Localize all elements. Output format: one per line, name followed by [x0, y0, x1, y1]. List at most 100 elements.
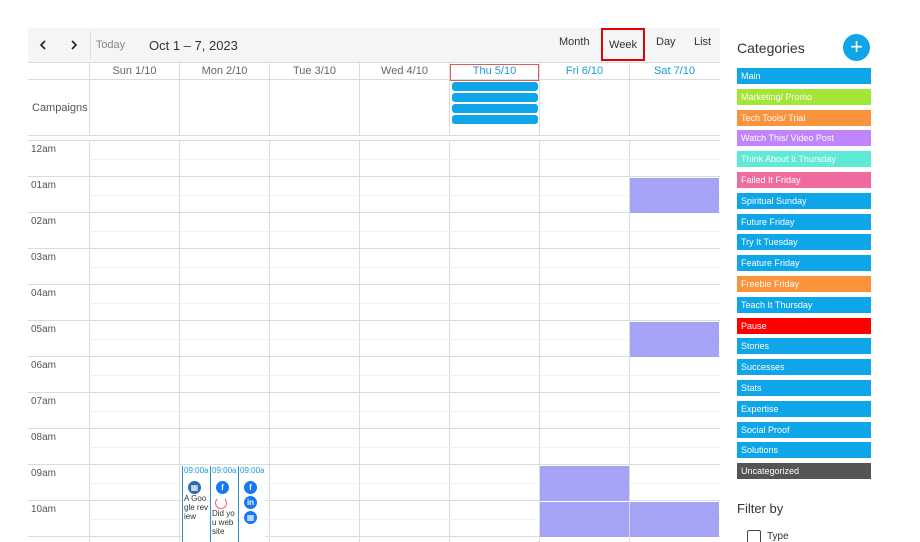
hour-row[interactable]: 06am [28, 357, 720, 393]
scheduled-post-card[interactable]: 09:00a f in ▦ [238, 466, 265, 542]
column-divider [269, 141, 270, 542]
today-button[interactable]: Today [90, 30, 130, 60]
hour-label: 03am [31, 252, 57, 263]
half-hour-line [89, 447, 720, 448]
linkedin-icon: in [244, 496, 257, 509]
category-item[interactable]: Feature Friday [737, 255, 871, 272]
half-hour-line [89, 339, 720, 340]
hour-row[interactable]: 03am [28, 249, 720, 285]
hour-label: 02am [31, 216, 57, 227]
category-item[interactable]: Solutions [737, 442, 871, 459]
category-item[interactable]: Failed It Friday [737, 172, 871, 188]
calendar-event[interactable] [630, 322, 719, 357]
half-hour-line [89, 195, 720, 196]
hour-row[interactable]: 04am [28, 285, 720, 321]
post-time: 09:00a [240, 466, 265, 475]
hour-row[interactable]: 05am [28, 321, 720, 357]
type-filter-checkbox[interactable] [747, 530, 761, 542]
campaign-bar[interactable] [452, 104, 538, 113]
scheduled-post-card[interactable]: 09:00a ▦ A Google review [182, 466, 209, 542]
loading-spinner-icon [215, 497, 227, 509]
day-header-sat[interactable]: Sat 7/10 [629, 63, 719, 80]
category-item[interactable]: Pause [737, 317, 871, 334]
facebook-icon: f [244, 481, 257, 494]
half-hour-line [89, 375, 720, 376]
hour-label: 06am [31, 360, 57, 371]
category-item[interactable]: Uncategorized [737, 463, 871, 480]
view-day-button[interactable]: Day [656, 36, 676, 48]
column-divider [179, 141, 180, 542]
prev-week-button[interactable] [32, 34, 54, 56]
category-item[interactable]: Social Proof [737, 421, 871, 438]
day-header-fri[interactable]: Fri 6/10 [539, 63, 629, 80]
category-item[interactable]: Successes [737, 359, 871, 376]
hour-row[interactable]: 07am [28, 393, 720, 429]
category-item[interactable]: Try It Tuesday [737, 234, 871, 251]
hour-row[interactable]: 08am [28, 429, 720, 465]
category-item[interactable]: Stats [737, 380, 871, 396]
date-range-title: Oct 1 – 7, 2023 [149, 38, 238, 53]
category-item[interactable]: Watch This/ Video Post [737, 130, 871, 147]
add-category-button[interactable]: + [843, 34, 870, 61]
chevron-left-icon [39, 40, 46, 50]
column-divider [539, 80, 540, 136]
categories-sidebar: Categories + Main Marketing/ Promo Tech To… [737, 30, 920, 542]
hour-label: 10am [31, 504, 57, 515]
today-highlight [450, 64, 539, 81]
category-item[interactable]: Teach It Thursday [737, 296, 871, 313]
calendar-event[interactable] [540, 502, 629, 537]
hour-row[interactable]: 12am [28, 141, 720, 177]
hour-row[interactable]: 02am [28, 213, 720, 249]
column-divider [179, 80, 180, 136]
campaign-bar[interactable] [452, 93, 538, 102]
hour-row[interactable]: 01am [28, 177, 720, 213]
calendar-event[interactable] [540, 466, 629, 501]
category-item[interactable]: Expertise [737, 400, 871, 417]
plus-icon: + [850, 34, 863, 59]
post-text: A Google review [184, 494, 209, 521]
column-divider [449, 80, 450, 136]
calendar-event[interactable] [630, 178, 719, 213]
category-item[interactable]: Main [737, 68, 871, 84]
chevron-right-icon [71, 40, 78, 50]
hour-label: 08am [31, 432, 57, 443]
day-header-wed[interactable]: Wed 4/10 [359, 63, 449, 80]
column-divider [269, 80, 270, 136]
hour-label: 09am [31, 468, 57, 479]
half-hour-line [89, 303, 720, 304]
time-grid: 12am 01am 02am 03am 04am 05am 06am 07am 08am 09am… [28, 140, 720, 542]
column-divider [89, 141, 90, 542]
hour-label: 07am [31, 396, 57, 407]
categories-title: Categories [737, 40, 805, 56]
campaign-bar[interactable] [452, 115, 538, 124]
column-divider [629, 80, 630, 136]
category-item[interactable]: Future Friday [737, 213, 871, 230]
hour-label: 01am [31, 180, 57, 191]
category-item[interactable]: Tech Tools/ Trial [737, 109, 871, 126]
day-header-mon[interactable]: Mon 2/10 [179, 63, 269, 80]
half-hour-line [89, 231, 720, 232]
day-header-tue[interactable]: Tue 3/10 [269, 63, 359, 80]
category-item[interactable]: Marketing/ Promo [737, 88, 871, 105]
view-month-button[interactable]: Month [559, 36, 590, 48]
post-time: 09:00a [184, 466, 209, 475]
category-item[interactable]: Stories [737, 338, 871, 355]
campaign-label: Campaigns [32, 102, 88, 114]
column-divider [359, 141, 360, 542]
category-item[interactable]: Spiritual Sunday [737, 192, 871, 209]
scheduled-post-card[interactable]: 09:00a f Did you website [210, 466, 237, 542]
category-item[interactable]: Freebie Friday [737, 276, 871, 292]
post-text: Did you website [212, 509, 235, 536]
view-list-button[interactable]: List [694, 36, 711, 48]
calendar-event[interactable] [630, 502, 719, 537]
day-header-row: Sun 1/10 Mon 2/10 Tue 3/10 Wed 4/10 Thu 5/10… [28, 62, 720, 81]
day-header-sun[interactable]: Sun 1/10 [89, 63, 179, 80]
calendar-panel: Today Oct 1 – 7, 2023 Month Week Day Lis… [28, 28, 720, 542]
next-week-button[interactable] [63, 34, 85, 56]
half-hour-line [89, 411, 720, 412]
campaign-bar[interactable] [452, 82, 538, 91]
filter-title: Filter by [737, 501, 784, 516]
category-item[interactable]: Think About It Thursday [737, 151, 871, 168]
view-week-button[interactable]: Week [601, 28, 645, 61]
column-divider [89, 80, 90, 136]
